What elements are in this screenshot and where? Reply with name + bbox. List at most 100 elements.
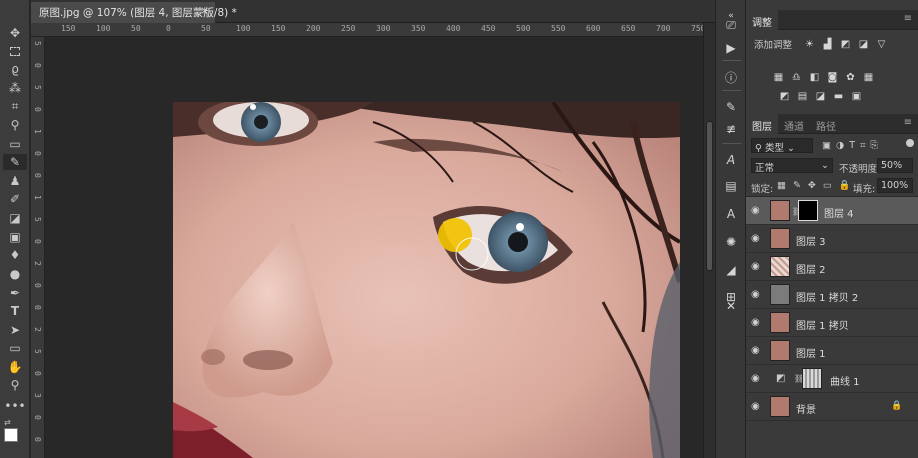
ruler-tick-label: 50 <box>131 24 141 33</box>
history-brush-icon[interactable]: ✐ <box>3 191 27 207</box>
visibility-eye-icon[interactable]: ◉ <box>751 261 765 273</box>
fill-input[interactable]: 100% <box>877 178 913 193</box>
pen-icon[interactable]: ✒ <box>3 285 27 301</box>
visibility-eye-icon[interactable]: ◉ <box>751 233 765 245</box>
filter-toggle-icon[interactable] <box>906 139 914 147</box>
levels-icon[interactable]: ▟ <box>821 39 834 51</box>
path-select-icon[interactable]: ➤ <box>3 322 27 338</box>
brush-icon[interactable]: ✎ <box>3 154 27 170</box>
healing-icon[interactable]: ▭ <box>3 136 27 152</box>
lock-icons[interactable]: ▦✎✥▭🔒 <box>777 180 858 191</box>
tab-layers[interactable]: 图层 <box>746 114 778 134</box>
vibrance-icon[interactable]: ▽ <box>875 39 888 51</box>
gradient-icon[interactable]: ▣ <box>3 229 27 245</box>
visibility-eye-icon[interactable]: ◉ <box>751 289 765 301</box>
bw-icon[interactable]: ◧ <box>808 72 821 84</box>
brightness-icon[interactable]: ☀ <box>803 39 816 51</box>
visibility-eye-icon[interactable]: ◉ <box>751 401 765 413</box>
posterize-icon[interactable]: ▤ <box>796 91 809 103</box>
marquee-icon[interactable] <box>3 43 27 59</box>
folder-icon[interactable]: ▤ <box>720 176 742 196</box>
gradient-map-icon[interactable]: ▬ <box>832 91 845 103</box>
layer-row[interactable]: ◉ ⛓ 图层 4 <box>746 197 918 225</box>
close-icon[interactable]: × <box>200 5 209 17</box>
layer-row[interactable]: ◉ 图层 2 <box>746 253 918 281</box>
layer-row[interactable]: ◉ ◩ ⛓ 曲线 1 <box>746 365 918 393</box>
visibility-eye-icon[interactable]: ◉ <box>751 317 765 329</box>
foreground-color-swatch[interactable] <box>4 428 18 442</box>
tool-presets-icon[interactable]: ✺ <box>720 232 742 252</box>
blur-icon[interactable]: ♦ <box>3 247 27 263</box>
magic-wand-icon[interactable]: ⁂ <box>3 80 27 96</box>
scrollbar-thumb[interactable] <box>706 121 713 271</box>
panel-menu-icon[interactable]: ≡ <box>904 117 912 128</box>
layer-name: 图层 1 <box>796 349 826 360</box>
invert-icon[interactable]: ◩ <box>778 91 791 103</box>
play-icon[interactable]: ▶ <box>720 38 742 58</box>
cross-tools-icon[interactable]: ✕ <box>720 296 742 316</box>
shape-icon[interactable]: ▭ <box>3 340 27 356</box>
panel-menu-icon[interactable]: ≡ <box>904 13 912 24</box>
lasso-icon[interactable]: ϱ <box>3 61 27 77</box>
layer-row[interactable]: ◉ 图层 1 <box>746 337 918 365</box>
brush-presets-icon[interactable]: ✎ <box>720 97 742 117</box>
filter-icons[interactable]: ▣◑T⌗⎘ <box>822 140 883 151</box>
crop-icon[interactable]: ⌗ <box>3 98 27 114</box>
mixer-icon[interactable]: ✿ <box>844 72 857 84</box>
ruler-tick-label: 500 <box>516 24 531 33</box>
ruler-tick-label: 50 <box>201 24 211 33</box>
layer-filter-select[interactable]: ⚲ 类型 ⌄ <box>751 138 813 153</box>
move-icon[interactable]: ✥ <box>3 25 27 41</box>
add-adjustment-label: 添加调整 <box>754 40 793 51</box>
tab-channels[interactable]: 通道 <box>778 114 810 134</box>
history-icon[interactable]: ⎚ <box>720 15 742 35</box>
selective-color-icon[interactable]: ▣ <box>850 91 863 103</box>
hue-icon[interactable]: ▦ <box>772 72 785 84</box>
visibility-eye-icon[interactable]: ◉ <box>751 205 765 217</box>
eyedropper-icon[interactable]: ⚲ <box>3 117 27 133</box>
dodge-icon[interactable]: ● <box>3 266 27 282</box>
swap-colors-icon[interactable]: ⇄ <box>4 418 11 427</box>
3d-icon[interactable]: ◢ <box>720 260 742 280</box>
tab-adjustments[interactable]: 调整 <box>746 10 778 30</box>
layer-row[interactable]: ◉ 背景 🔒 <box>746 393 918 421</box>
layer-mask-thumbnail[interactable] <box>798 200 818 221</box>
ruler-tick-label: 2 <box>33 261 42 266</box>
layer-mask-thumbnail[interactable] <box>802 368 822 389</box>
ruler-tick-label: 550 <box>551 24 566 33</box>
opacity-input[interactable]: 50% <box>877 158 913 173</box>
type-icon[interactable]: T <box>3 303 27 319</box>
tab-paths[interactable]: 路径 <box>810 114 842 134</box>
layer-row[interactable]: ◉ 图层 1 拷贝 2 <box>746 281 918 309</box>
photo-filter-icon[interactable]: ◙ <box>826 72 839 84</box>
vertical-ruler[interactable]: 5 0 5 0 1 0 0 1 5 0 2 0 0 2 5 0 3 0 0 <box>31 37 45 458</box>
horizontal-ruler[interactable]: 150 100 50 0 50 100 150 200 250 300 350 400 450 500 55… <box>31 23 705 37</box>
character-icon[interactable]: A <box>720 150 742 170</box>
blend-mode-select[interactable]: 正常 ⌄ <box>751 158 833 173</box>
threshold-icon[interactable]: ◪ <box>814 91 827 103</box>
eraser-icon[interactable]: ◪ <box>3 210 27 226</box>
document-tab[interactable]: 原图.jpg @ 107% (图层 4, 图层蒙版/8) * × <box>31 2 237 23</box>
fill-label: 填充: <box>853 184 876 195</box>
adjustments-tabbar: 调整 ≡ <box>746 10 918 30</box>
hand-icon[interactable]: ✋ <box>3 359 27 375</box>
ruler-tick-label: 600 <box>586 24 601 33</box>
layer-row[interactable]: ◉ 图层 1 拷贝 <box>746 309 918 337</box>
lookup-icon[interactable]: ▦ <box>862 72 875 84</box>
more-icon[interactable]: ••• <box>3 398 27 414</box>
exposure-icon[interactable]: ◪ <box>857 39 870 51</box>
ruler-tick-label: 250 <box>341 24 356 33</box>
layer-name: 图层 3 <box>796 237 826 248</box>
balance-icon[interactable]: ♎ <box>790 72 803 84</box>
visibility-eye-icon[interactable]: ◉ <box>751 345 765 357</box>
paragraph-icon[interactable]: A <box>720 204 742 224</box>
canvas-image[interactable] <box>173 102 680 458</box>
curves-icon[interactable]: ◩ <box>839 39 852 51</box>
stamp-icon[interactable]: ♟ <box>3 173 27 189</box>
visibility-eye-icon[interactable]: ◉ <box>751 373 765 385</box>
vertical-scrollbar[interactable] <box>703 23 715 458</box>
zoom-icon[interactable]: ⚲ <box>3 377 27 393</box>
brush-settings-icon[interactable]: ≢ <box>720 119 742 139</box>
info-icon[interactable]: ⓘ <box>720 67 742 87</box>
layer-row[interactable]: ◉ 图层 3 <box>746 225 918 253</box>
